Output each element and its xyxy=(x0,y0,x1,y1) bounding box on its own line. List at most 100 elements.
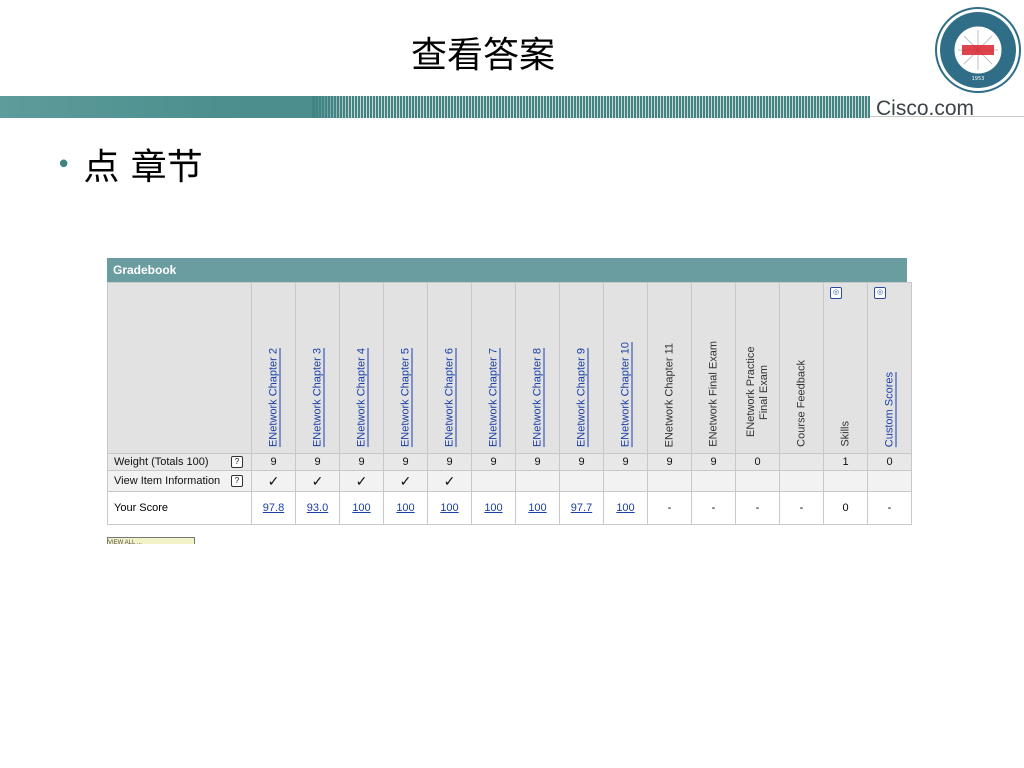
score-link[interactable]: 100 xyxy=(440,502,458,514)
view-value: ✓ xyxy=(355,472,368,489)
weight-value: 0 xyxy=(886,456,893,468)
column-header-label: ENetwork Final Exam xyxy=(707,341,719,447)
score-link[interactable]: 100 xyxy=(396,502,414,514)
score-cell[interactable]: 97.7 xyxy=(559,491,604,525)
weight-cell: 9 xyxy=(251,453,296,471)
gradebook-panel: Gradebook ENetwork Chapter 2 ENetwork Cha… xyxy=(107,258,912,525)
score-cell: - xyxy=(779,491,824,525)
column-header-wrap: ENetwork Chapter 2 xyxy=(252,283,295,453)
score-link[interactable]: 97.8 xyxy=(263,502,284,514)
column-header: ENetwork Final Exam xyxy=(691,282,736,454)
column-header[interactable]: ENetwork Chapter 7 xyxy=(471,282,516,454)
weight-value: 9 xyxy=(314,456,321,468)
score-cell[interactable]: 97.8 xyxy=(251,491,296,525)
score-cell[interactable]: 100 xyxy=(427,491,472,525)
column-header-link[interactable]: ENetwork Chapter 8 xyxy=(531,348,544,447)
view-item-label-text: View Item Information xyxy=(114,475,221,487)
weight-cell: 9 xyxy=(427,453,472,471)
score-cell: - xyxy=(691,491,736,525)
weight-row-label: Weight (Totals 100)? xyxy=(107,453,252,471)
weight-cell: 9 xyxy=(647,453,692,471)
weight-value: 9 xyxy=(666,456,673,468)
view-cell xyxy=(779,470,824,492)
weight-cell: 9 xyxy=(471,453,516,471)
column-header-label: ENetwork Practice Final Exam xyxy=(744,346,770,438)
weight-value: 9 xyxy=(270,456,277,468)
column-header: ENetwork Chapter 11 xyxy=(647,282,692,454)
column-header[interactable]: ENetwork Chapter 3 xyxy=(295,282,340,454)
help-icon[interactable]: ? xyxy=(231,456,243,468)
column-header[interactable]: ENetwork Chapter 4 xyxy=(339,282,384,454)
column-header-wrap: Course Feedback xyxy=(780,283,823,453)
column-header-link[interactable]: ENetwork Chapter 9 xyxy=(575,348,588,447)
score-cell[interactable]: 100 xyxy=(383,491,428,525)
column-header[interactable]: ENetwork Chapter 2 xyxy=(251,282,296,454)
score-cell: 0 xyxy=(823,491,868,525)
column-header-link[interactable]: ENetwork Chapter 7 xyxy=(487,348,500,447)
bullet-text: 点 章节 xyxy=(83,147,203,188)
university-logo-icon: 1953 xyxy=(935,7,1021,93)
column-header[interactable]: ENetwork Chapter 5 xyxy=(383,282,428,454)
column-header-link[interactable]: ENetwork Chapter 3 xyxy=(311,348,324,447)
view-value: ✓ xyxy=(443,472,456,489)
weight-value: 9 xyxy=(578,456,585,468)
column-header-wrap: ENetwork Chapter 5 xyxy=(384,283,427,453)
weight-value: 9 xyxy=(622,456,629,468)
column-header-wrap: ENetwork Chapter 6 xyxy=(428,283,471,453)
score-cell: - xyxy=(867,491,912,525)
weight-cell: 9 xyxy=(295,453,340,471)
weight-cell: 0 xyxy=(735,453,780,471)
help-icon[interactable]: ? xyxy=(231,475,243,487)
view-item-row-label: View Item Information? xyxy=(107,470,252,492)
score-link[interactable]: 100 xyxy=(484,502,502,514)
view-cell xyxy=(603,470,648,492)
score-cell[interactable]: 100 xyxy=(603,491,648,525)
column-header-link[interactable]: ENetwork Chapter 2 xyxy=(267,348,280,447)
view-cell xyxy=(691,470,736,492)
weight-value: 9 xyxy=(402,456,409,468)
weight-cell: 9 xyxy=(339,453,384,471)
score-cell[interactable]: 93.0 xyxy=(295,491,340,525)
score-value: - xyxy=(711,502,716,514)
weight-cell: 9 xyxy=(515,453,560,471)
column-header-link[interactable]: ENetwork Chapter 5 xyxy=(399,348,412,447)
weight-value: 9 xyxy=(446,456,453,468)
column-header: Course Feedback xyxy=(779,282,824,454)
score-link[interactable]: 100 xyxy=(352,502,370,514)
view-cell: ✓ xyxy=(295,470,340,492)
view-cell xyxy=(471,470,516,492)
column-header-label: Skills xyxy=(839,421,851,447)
weight-cell: 0 xyxy=(867,453,912,471)
gradebook-header-row: ENetwork Chapter 2 ENetwork Chapter 3 ENet… xyxy=(107,282,912,454)
column-header[interactable]: ENetwork Chapter 10 xyxy=(603,282,648,454)
column-header[interactable]: ENetwork Chapter 6 xyxy=(427,282,472,454)
score-link[interactable]: 100 xyxy=(616,502,634,514)
score-cell[interactable]: 100 xyxy=(471,491,516,525)
view-value: ✓ xyxy=(399,472,412,489)
score-link[interactable]: 97.7 xyxy=(571,502,592,514)
score-link[interactable]: 93.0 xyxy=(307,502,328,514)
weight-cell: 1 xyxy=(823,453,868,471)
weight-cell: 9 xyxy=(691,453,736,471)
column-header-label: ENetwork Chapter 11 xyxy=(663,342,675,447)
score-cell[interactable]: 100 xyxy=(339,491,384,525)
column-header[interactable]: ENetwork Chapter 9 xyxy=(559,282,604,454)
column-header: ENetwork Practice Final Exam xyxy=(735,282,780,454)
column-header[interactable]: ENetwork Chapter 8 xyxy=(515,282,560,454)
score-cell[interactable]: 100 xyxy=(515,491,560,525)
view-cell xyxy=(647,470,692,492)
weight-value: 9 xyxy=(358,456,365,468)
bullet-item: • 点 章节 xyxy=(56,138,203,190)
column-header-link[interactable]: Custom Scores xyxy=(883,372,896,447)
column-header-link[interactable]: ENetwork Chapter 6 xyxy=(443,348,456,447)
weight-cell: 9 xyxy=(559,453,604,471)
column-header-link[interactable]: ENetwork Chapter 4 xyxy=(355,348,368,447)
skill-badge-icon: ◎ xyxy=(874,287,886,299)
column-header-link[interactable]: ENetwork Chapter 10 xyxy=(619,342,632,447)
view-cell xyxy=(735,470,780,492)
column-header[interactable]: ◎ Custom Scores xyxy=(867,282,912,454)
score-link[interactable]: 100 xyxy=(528,502,546,514)
view-cell: ✓ xyxy=(339,470,384,492)
view-all-button-fragment[interactable]: VIEW ALL ... xyxy=(107,537,195,544)
column-header-label: Course Feedback xyxy=(795,360,807,447)
